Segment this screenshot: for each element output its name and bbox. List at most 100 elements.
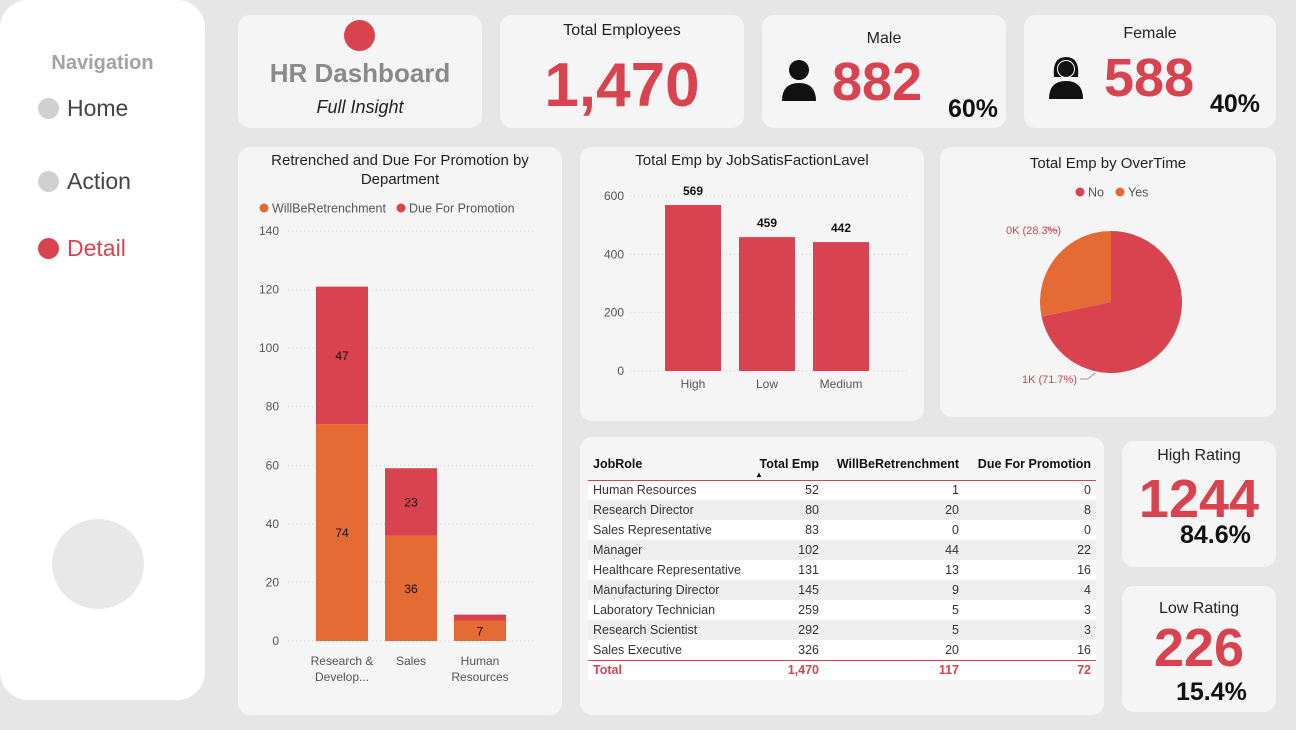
total-employees-value: 1,470 (544, 51, 700, 120)
column-header-promotion[interactable]: Due For Promotion (964, 449, 1096, 481)
data-label: 569 (683, 184, 703, 198)
bar-segment (454, 614, 506, 621)
table-cell: 5 (824, 600, 964, 620)
table-cell: 8 (964, 500, 1096, 520)
y-tick-label: 600 (604, 189, 624, 203)
total-employees-card: Total Employees 1,470 (500, 15, 744, 128)
column-header-retrenchment[interactable]: WillBeRetrenchment (824, 449, 964, 481)
y-tick-label: 0 (617, 364, 624, 378)
female-user-icon (1049, 57, 1083, 99)
y-tick-label: 60 (266, 458, 280, 472)
table-row[interactable]: Healthcare Representative 131 13 16 (588, 560, 1096, 580)
low-rating-percent: 15.4% (1176, 678, 1247, 706)
high-rating-value: 1244 (1138, 469, 1260, 529)
column-header-label: Total Emp (759, 457, 820, 472)
column-header-jobrole[interactable]: JobRole (588, 449, 752, 481)
high-rating-label: High Rating (1157, 447, 1241, 464)
table-cell: 22 (964, 540, 1096, 560)
leader-line (1080, 372, 1096, 380)
table-row[interactable]: Research Director 80 20 8 (588, 500, 1096, 520)
table-cell: 326 (752, 640, 824, 660)
legend-label: No (1088, 186, 1104, 200)
overtime-pie-chart: No Yes 1K (71.7%) 0K (28.3%) (1006, 186, 1182, 386)
job-satisfaction-bar-chart: 0 200 400 600 569 High 459 Low 442 Medium (604, 184, 910, 391)
legend-label: Due For Promotion (409, 202, 515, 216)
table-row[interactable]: Sales Representative 83 0 0 (588, 520, 1096, 540)
male-percent: 60% (947, 95, 998, 123)
total-promotion-value: 72 (964, 659, 1096, 680)
x-tick-label: Resources (451, 670, 508, 684)
nav-item-action[interactable]: Action (38, 168, 131, 195)
legend-marker (259, 203, 269, 213)
retrenched-promotion-chart-card: Retrenched and Due For Promotion by Depa… (238, 147, 562, 715)
page-title: HR Dashboard (269, 58, 451, 88)
nav-item-detail[interactable]: Detail (38, 235, 126, 262)
table-row[interactable]: Laboratory Technician 259 5 3 (588, 600, 1096, 620)
table-cell: 0 (964, 520, 1096, 540)
data-label: 1K (71.7%) (1022, 374, 1077, 386)
low-rating-label: Low Rating (1158, 600, 1240, 617)
sort-ascending-icon: ▲ (755, 469, 763, 479)
nav-circle-button[interactable] (52, 519, 144, 609)
nav-item-label: Home (67, 95, 129, 121)
page-subtitle: Full Insight (316, 97, 404, 117)
logo-dot-icon (344, 20, 375, 51)
table-cell: 44 (824, 540, 964, 560)
low-rating-card: Low Rating 226 15.4% (1122, 586, 1276, 712)
table-row[interactable]: Sales Executive 326 20 16 (588, 640, 1096, 660)
legend-label: Yes (1128, 186, 1148, 200)
table-cell: 9 (824, 580, 964, 600)
female-label: Female (1123, 25, 1177, 42)
total-label: Total (588, 659, 752, 680)
table-cell: 102 (752, 540, 824, 560)
table-cell: 145 (752, 580, 824, 600)
table-cell: 4 (964, 580, 1096, 600)
table-row[interactable]: Research Scientist 292 5 3 (588, 620, 1096, 640)
home-dot-icon (38, 98, 59, 119)
nav-item-home[interactable]: Home (38, 95, 128, 122)
table-cell: Manufacturing Director (588, 580, 752, 600)
total-emp-value: 1,470 (752, 659, 824, 680)
male-card: Male 882 60% (762, 15, 1006, 128)
table-cell: Laboratory Technician (588, 600, 752, 620)
overtime-pie-card: Total Emp by OverTime No Yes 1K (71.7%) 0K … (940, 147, 1276, 417)
stacked-bar-chart: WillBeRetrenchment Due For Promotion 0 20 40… (259, 202, 536, 684)
table-cell: Research Director (588, 500, 752, 520)
x-tick-label: Research & (311, 654, 374, 668)
table-header-row: JobRole Total Emp ▲ WillBeRetrenchment Du… (588, 449, 1096, 481)
table-cell: 83 (752, 520, 824, 540)
column-header-total-emp[interactable]: Total Emp ▲ (752, 449, 824, 481)
detail-dot-icon (38, 238, 59, 259)
table-cell: 20 (824, 500, 964, 520)
y-tick-label: 140 (259, 224, 279, 238)
table-cell: 0 (824, 520, 964, 540)
table-cell: 3 (964, 600, 1096, 620)
table-row[interactable]: Manager 102 44 22 (588, 540, 1096, 560)
table-row[interactable]: Manufacturing Director 145 9 4 (588, 580, 1096, 600)
data-label: 23 (404, 495, 418, 509)
table-cell: 3 (964, 620, 1096, 640)
x-tick-label: Develop... (315, 670, 369, 684)
x-tick-label: Low (756, 377, 778, 391)
table-cell: Manager (588, 540, 752, 560)
table-cell: 16 (964, 560, 1096, 580)
table-cell: 13 (824, 560, 964, 580)
data-label: 74 (335, 526, 349, 540)
bar (665, 205, 721, 371)
bar (813, 242, 869, 371)
data-label: 47 (335, 349, 349, 363)
table-cell: Human Resources (588, 480, 752, 500)
total-retrenchment-value: 117 (824, 659, 964, 680)
y-tick-label: 80 (266, 400, 280, 414)
nav-item-label: Detail (67, 235, 126, 261)
y-tick-label: 20 (266, 575, 280, 589)
pie-slice (1040, 231, 1111, 317)
y-tick-label: 0 (272, 634, 279, 648)
table-row[interactable]: Human Resources 52 1 0 (588, 480, 1096, 500)
table-cell: 80 (752, 500, 824, 520)
data-label: 36 (404, 582, 418, 596)
legend-marker (1075, 187, 1085, 197)
high-rating-card: High Rating 1244 84.6% (1122, 441, 1276, 567)
table-cell: 131 (752, 560, 824, 580)
data-label: 0K (28.3%) (1006, 225, 1061, 237)
